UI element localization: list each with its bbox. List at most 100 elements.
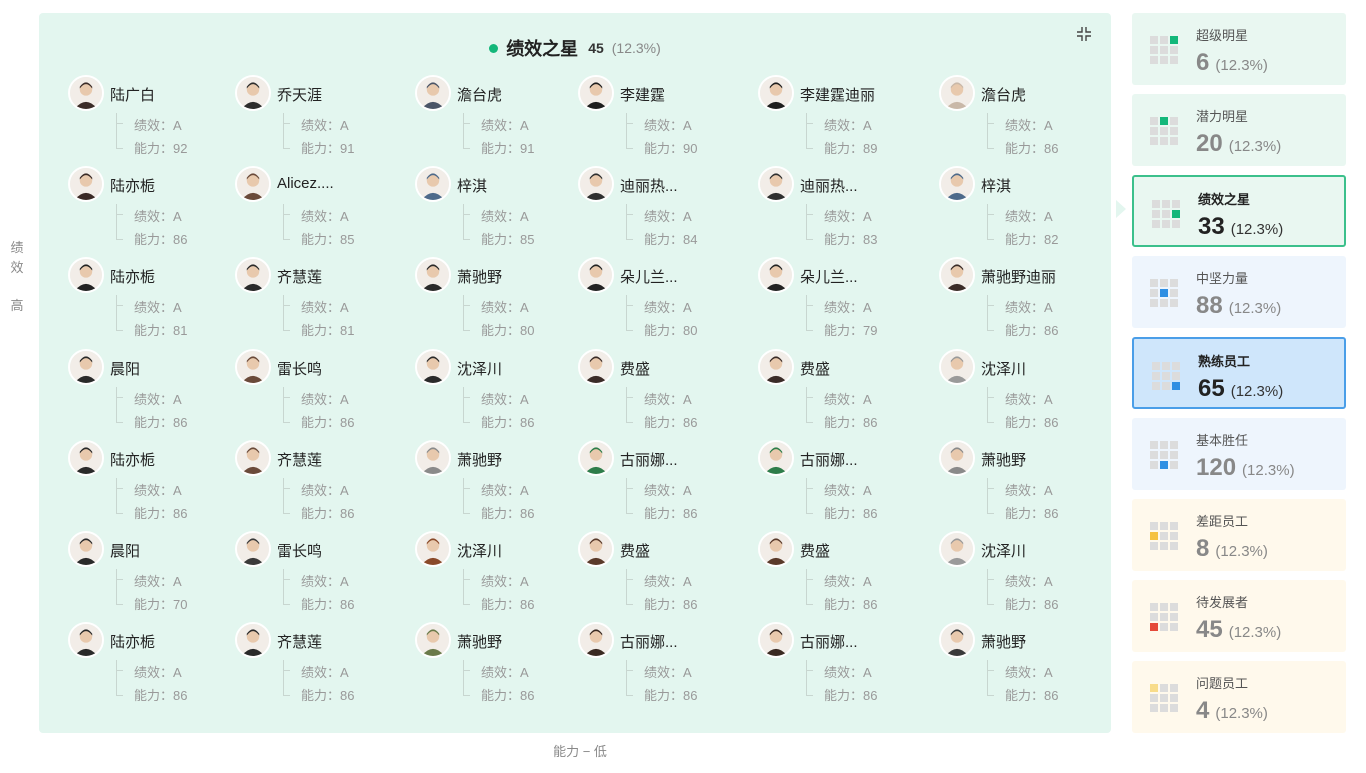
employee-card[interactable]: 沈泽川 绩效：A 能力：86 (939, 531, 1109, 616)
avatar[interactable] (415, 75, 451, 111)
employee-name[interactable]: Alicez.... (277, 175, 334, 192)
avatar[interactable] (68, 622, 104, 659)
employee-name[interactable]: 沈泽川 (981, 540, 1026, 561)
avatar[interactable] (235, 166, 271, 203)
avatar[interactable] (939, 439, 975, 476)
employee-card[interactable]: 梓淇 绩效：A 能力：82 (939, 166, 1109, 251)
avatar[interactable] (758, 348, 794, 385)
avatar[interactable] (939, 531, 975, 567)
employee-name[interactable]: 古丽娜... (620, 449, 678, 470)
employee-card[interactable]: 雷长鸣 绩效：A 能力：86 (235, 348, 405, 434)
employee-name[interactable]: 乔天涯 (277, 84, 322, 105)
employee-name[interactable]: 晨阳 (110, 358, 140, 379)
employee-name[interactable]: 萧驰野 (981, 631, 1026, 652)
employee-name[interactable]: 陆亦栀 (110, 631, 155, 652)
avatar[interactable] (235, 439, 271, 476)
employee-name[interactable]: 陆亦栀 (110, 175, 155, 196)
employee-card[interactable]: 费盛 绩效：A 能力：86 (758, 348, 928, 434)
employee-name[interactable]: 古丽娜... (800, 449, 858, 470)
category-card[interactable]: 差距员工 8 (12.3%) (1132, 499, 1346, 571)
employee-name[interactable]: 古丽娜... (620, 631, 678, 652)
category-card[interactable]: 熟练员工 65 (12.3%) (1132, 337, 1346, 409)
avatar[interactable] (758, 439, 794, 476)
employee-name[interactable]: 齐慧莲 (277, 449, 322, 470)
employee-name[interactable]: 费盛 (620, 540, 650, 561)
avatar[interactable] (415, 439, 451, 476)
employee-name[interactable]: 朵儿兰... (620, 266, 678, 287)
employee-card[interactable]: 萧驰野 绩效：A 能力：86 (939, 622, 1109, 707)
employee-name[interactable]: 沈泽川 (981, 358, 1026, 379)
employee-card[interactable]: 陆亦栀 绩效：A 能力：86 (68, 166, 238, 251)
employee-card[interactable]: 齐慧莲 绩效：A 能力：86 (235, 622, 405, 707)
employee-card[interactable]: 陆亦栀 绩效：A 能力：86 (68, 439, 238, 525)
avatar[interactable] (415, 622, 451, 659)
employee-card[interactable]: 乔天涯 绩效：A 能力：91 (235, 75, 405, 160)
employee-card[interactable]: 澹台虎 绩效：A 能力：86 (939, 75, 1109, 160)
avatar[interactable] (939, 257, 975, 294)
avatar[interactable] (578, 166, 614, 203)
avatar[interactable] (578, 257, 614, 294)
employee-card[interactable]: 陆亦栀 绩效：A 能力：81 (68, 257, 238, 342)
avatar[interactable] (758, 75, 794, 111)
employee-card[interactable]: 朵儿兰... 绩效：A 能力：80 (578, 257, 748, 342)
employee-name[interactable]: 迪丽热... (800, 175, 858, 196)
category-card[interactable]: 待发展者 45 (12.3%) (1132, 580, 1346, 652)
employee-card[interactable]: 古丽娜... 绩效：A 能力：86 (758, 622, 928, 707)
employee-name[interactable]: 陆亦栀 (110, 266, 155, 287)
collapse-icon[interactable] (1075, 25, 1093, 43)
employee-name[interactable]: 梓淇 (981, 175, 1011, 196)
avatar[interactable] (415, 257, 451, 294)
employee-card[interactable]: Alicez.... 绩效：A 能力：85 (235, 166, 405, 251)
category-card[interactable]: 超级明星 6 (12.3%) (1132, 13, 1346, 85)
employee-card[interactable]: 迪丽热... 绩效：A 能力：83 (758, 166, 928, 251)
employee-card[interactable]: 萧驰野迪丽 绩效：A 能力：86 (939, 257, 1109, 342)
employee-name[interactable]: 萧驰野 (457, 631, 502, 652)
category-card[interactable]: 绩效之星 33 (12.3%) (1132, 175, 1346, 247)
employee-name[interactable]: 迪丽热... (620, 175, 678, 196)
avatar[interactable] (235, 622, 271, 659)
employee-card[interactable]: 迪丽热... 绩效：A 能力：84 (578, 166, 748, 251)
employee-card[interactable]: 晨阳 绩效：A 能力：86 (68, 348, 238, 434)
employee-name[interactable]: 费盛 (800, 358, 830, 379)
avatar[interactable] (68, 348, 104, 385)
employee-name[interactable]: 沈泽川 (457, 540, 502, 561)
avatar[interactable] (939, 348, 975, 385)
category-card[interactable]: 潜力明星 20 (12.3%) (1132, 94, 1346, 166)
employee-name[interactable]: 梓淇 (457, 175, 487, 196)
avatar[interactable] (939, 75, 975, 111)
employee-card[interactable]: 费盛 绩效：A 能力：86 (578, 531, 748, 616)
employee-card[interactable]: 萧驰野 绩效：A 能力：80 (415, 257, 585, 342)
employee-name[interactable]: 萧驰野 (457, 449, 502, 470)
employee-card[interactable]: 沈泽川 绩效：A 能力：86 (415, 531, 585, 616)
employee-name[interactable]: 澹台虎 (981, 84, 1026, 105)
avatar[interactable] (68, 439, 104, 476)
avatar[interactable] (758, 166, 794, 203)
employee-card[interactable]: 古丽娜... 绩效：A 能力：86 (578, 439, 748, 525)
employee-name[interactable]: 萧驰野 (457, 266, 502, 287)
avatar[interactable] (415, 348, 451, 385)
employee-name[interactable]: 李建霆迪丽 (800, 84, 875, 105)
employee-card[interactable]: 古丽娜... 绩效：A 能力：86 (758, 439, 928, 525)
avatar[interactable] (68, 75, 104, 111)
avatar[interactable] (758, 257, 794, 294)
employee-name[interactable]: 晨阳 (110, 540, 140, 561)
employee-card[interactable]: 陆亦栀 绩效：A 能力：86 (68, 622, 238, 707)
employee-name[interactable]: 澹台虎 (457, 84, 502, 105)
employee-card[interactable]: 费盛 绩效：A 能力：86 (578, 348, 748, 434)
employee-card[interactable]: 梓淇 绩效：A 能力：85 (415, 166, 585, 251)
avatar[interactable] (235, 348, 271, 385)
employee-card[interactable]: 费盛 绩效：A 能力：86 (758, 531, 928, 616)
employee-card[interactable]: 齐慧莲 绩效：A 能力：81 (235, 257, 405, 342)
employee-card[interactable]: 澹台虎 绩效：A 能力：91 (415, 75, 585, 160)
avatar[interactable] (578, 439, 614, 476)
avatar[interactable] (68, 531, 104, 567)
avatar[interactable] (758, 622, 794, 659)
employee-name[interactable]: 雷长鸣 (277, 358, 322, 379)
employee-card[interactable]: 萧驰野 绩效：A 能力：86 (415, 439, 585, 525)
avatar[interactable] (68, 257, 104, 294)
employee-name[interactable]: 陆广白 (110, 84, 155, 105)
category-card[interactable]: 中坚力量 88 (12.3%) (1132, 256, 1346, 328)
avatar[interactable] (939, 166, 975, 203)
category-card[interactable]: 问题员工 4 (12.3%) (1132, 661, 1346, 733)
employee-card[interactable]: 晨阳 绩效：A 能力：70 (68, 531, 238, 616)
